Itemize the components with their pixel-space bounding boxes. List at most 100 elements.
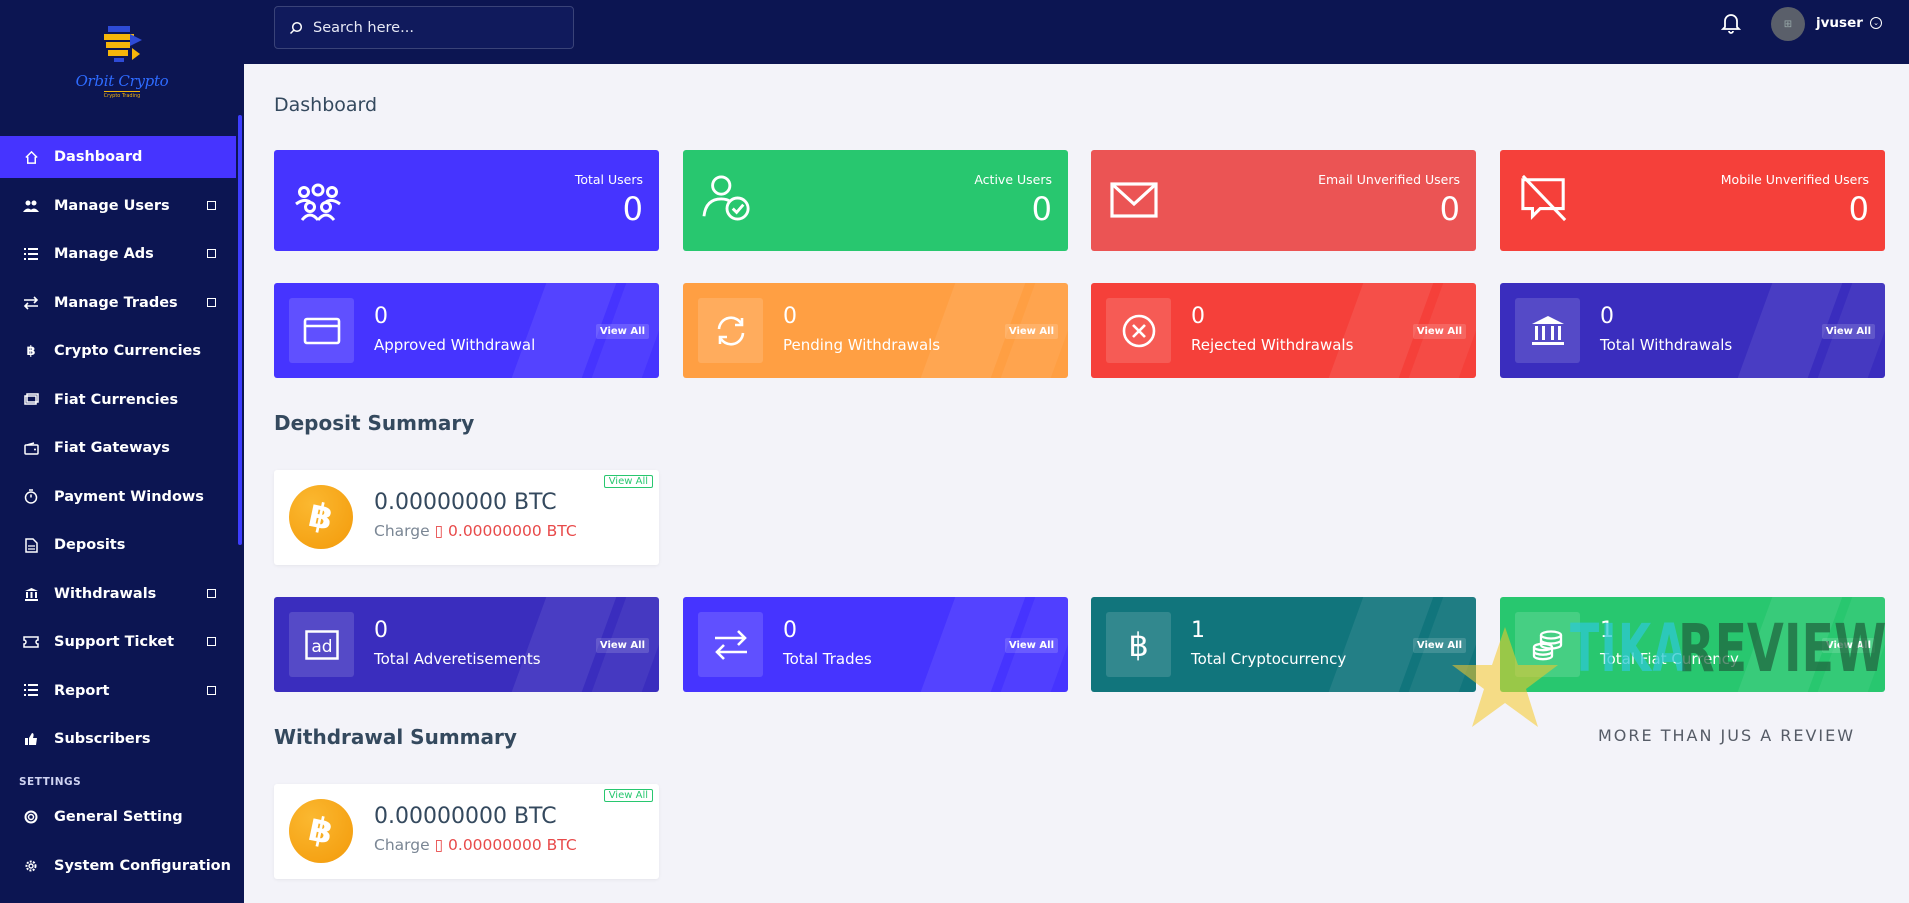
settings-section-title: SETTINGS xyxy=(19,776,82,788)
sidebar-item-manage-users[interactable]: Manage Users xyxy=(0,185,236,227)
sidebar-item-label: Fiat Gateways xyxy=(54,440,170,456)
submenu-square-icon xyxy=(207,588,216,598)
search-icon xyxy=(289,21,303,34)
sidebar-item-deposits[interactable]: Deposits xyxy=(0,524,236,566)
view-all-button[interactable]: View All xyxy=(1821,324,1875,339)
card-total-cryptocurrency[interactable]: ฿ 1 Total Cryptocurrency View All xyxy=(1091,597,1476,692)
sidebar-item-subscribers[interactable]: Subscribers xyxy=(0,718,236,760)
times-circle-icon xyxy=(1106,298,1171,363)
stat-label: Email Unverified Users xyxy=(1318,172,1460,187)
sidebar-item-general-setting[interactable]: General Setting xyxy=(0,796,236,838)
submenu-square-icon xyxy=(207,249,216,258)
chevron-down-icon[interactable]: ⌄ xyxy=(1870,17,1882,29)
life-ring-icon xyxy=(20,808,42,826)
sync-icon xyxy=(698,298,763,363)
withdrawal-summary-card: ฿ 0.00000000 BTC Charge ▯ 0.00000000 BTC… xyxy=(274,784,659,879)
thumbs-up-icon xyxy=(20,730,42,748)
view-all-button[interactable]: View All xyxy=(595,638,649,653)
bitcoin-coin-icon: ฿ xyxy=(289,799,353,863)
card-total-trades[interactable]: 0 Total Trades View All xyxy=(683,597,1068,692)
search-input[interactable] xyxy=(313,19,543,36)
sidebar-item-label: Subscribers xyxy=(54,731,151,747)
charge-label: Charge xyxy=(374,836,430,854)
sidebar-item-label: Manage Trades xyxy=(54,294,178,311)
sidebar-item-label: Manage Ads xyxy=(54,246,154,262)
card-pending-withdrawals[interactable]: 0 Pending Withdrawals View All xyxy=(683,283,1068,378)
card-label: Total Trades xyxy=(783,650,872,668)
charge-bitcoin-icon: ▯ xyxy=(434,522,444,540)
card-label: Pending Withdrawals xyxy=(783,336,941,354)
submenu-square-icon xyxy=(207,200,216,210)
bank-icon xyxy=(20,585,42,603)
sidebar-item-manage-ads[interactable]: Manage Ads xyxy=(0,233,236,275)
user-name[interactable]: jvuser xyxy=(1816,15,1863,31)
charge-value: 0.00000000 BTC xyxy=(448,836,577,854)
svg-text:ad: ad xyxy=(311,637,332,657)
sidebar-item-label: Withdrawals xyxy=(54,585,157,602)
sidebar-item-fiat-currencies[interactable]: Fiat Currencies xyxy=(0,379,236,421)
stat-email-unverified[interactable]: Email Unverified Users 0 xyxy=(1091,150,1476,251)
card-label: Total Adveretisements xyxy=(374,650,541,668)
charge-value: 0.00000000 BTC xyxy=(448,522,577,540)
bell-icon[interactable] xyxy=(1721,12,1741,34)
sidebar-item-withdrawals[interactable]: Withdrawals xyxy=(0,573,236,615)
brand-logo[interactable]: Orbit Crypto Crypto Trading xyxy=(0,0,244,118)
cog-icon xyxy=(20,857,42,875)
card-total-advertisements[interactable]: ad 0 Total Adveretisements View All xyxy=(274,597,659,692)
card-label: Total Fiat Currency xyxy=(1600,650,1739,668)
deposit-summary-title: Deposit Summary xyxy=(274,411,475,435)
view-all-button[interactable]: View All xyxy=(1412,324,1466,339)
view-all-button[interactable]: View All xyxy=(595,324,649,339)
topbar: ⊞ jvuser ⌄ xyxy=(244,0,1909,64)
card-total-fiat-currency[interactable]: 1 Total Fiat Currency View All xyxy=(1500,597,1885,692)
list-icon xyxy=(20,245,42,263)
deposit-charge: Charge ▯ 0.00000000 BTC xyxy=(374,522,577,540)
view-all-button[interactable]: View All xyxy=(1412,638,1466,653)
view-all-button[interactable]: View All xyxy=(1004,324,1058,339)
bank-icon xyxy=(1515,298,1580,363)
sidebar-item-system-configuration[interactable]: System Configuration xyxy=(0,845,236,887)
card-label: Total Withdrawals xyxy=(1600,336,1733,354)
card-number: 1 xyxy=(1191,618,1205,643)
card-number: 0 xyxy=(374,618,388,643)
deposit-summary-card: ฿ 0.00000000 BTC Charge ▯ 0.00000000 BTC… xyxy=(274,470,659,565)
card-label: Approved Withdrawal xyxy=(374,336,536,354)
money-icon xyxy=(20,391,42,409)
stat-total-users[interactable]: Total Users 0 xyxy=(274,150,659,251)
sidebar-item-support-ticket[interactable]: Support Ticket xyxy=(0,621,236,663)
card-approved-withdrawal[interactable]: 0 Approved Withdrawal View All xyxy=(274,283,659,378)
sidebar-item-payment-windows[interactable]: Payment Windows xyxy=(0,476,236,518)
card-number: 0 xyxy=(1600,304,1614,329)
sidebar-item-label: System Configuration xyxy=(54,857,231,874)
view-all-button[interactable]: View All xyxy=(1004,638,1058,653)
sidebar-item-label: Payment Windows xyxy=(54,488,204,505)
avatar[interactable]: ⊞ xyxy=(1771,7,1805,41)
search-box[interactable] xyxy=(274,6,574,49)
card-number: 0 xyxy=(374,304,388,329)
sidebar-item-label: Support Ticket xyxy=(54,634,175,650)
credit-card-icon xyxy=(289,298,354,363)
card-total-withdrawals[interactable]: 0 Total Withdrawals View All xyxy=(1500,283,1885,378)
view-all-button[interactable]: View All xyxy=(603,475,653,488)
envelope-icon xyxy=(1110,182,1158,218)
view-all-button[interactable]: View All xyxy=(603,789,653,802)
sidebar-scrollbar[interactable] xyxy=(238,115,242,545)
sidebar-item-manage-trades[interactable]: Manage Trades xyxy=(0,282,236,324)
withdrawal-charge: Charge ▯ 0.00000000 BTC xyxy=(374,836,577,854)
card-number: 1 xyxy=(1600,618,1614,643)
stat-active-users[interactable]: Active Users 0 xyxy=(683,150,1068,251)
sidebar-item-label: Deposits xyxy=(54,537,126,553)
stat-mobile-unverified[interactable]: Mobile Unverified Users 0 xyxy=(1500,150,1885,251)
ad-icon: ad xyxy=(289,612,354,677)
sidebar-item-dashboard[interactable]: Dashboard xyxy=(0,136,236,178)
card-rejected-withdrawals[interactable]: 0 Rejected Withdrawals View All xyxy=(1091,283,1476,378)
sidebar-item-label: Manage Users xyxy=(54,197,170,214)
submenu-square-icon xyxy=(207,297,216,307)
sidebar-item-crypto-currencies[interactable]: ฿ Crypto Currencies xyxy=(0,330,236,372)
exchange-icon xyxy=(698,612,763,677)
withdrawal-summary-title: Withdrawal Summary xyxy=(274,725,517,749)
coins-icon xyxy=(1515,612,1580,677)
sidebar-item-fiat-gateways[interactable]: Fiat Gateways xyxy=(0,427,236,469)
view-all-button[interactable]: View All xyxy=(1821,638,1875,653)
sidebar-item-report[interactable]: Report xyxy=(0,670,236,712)
